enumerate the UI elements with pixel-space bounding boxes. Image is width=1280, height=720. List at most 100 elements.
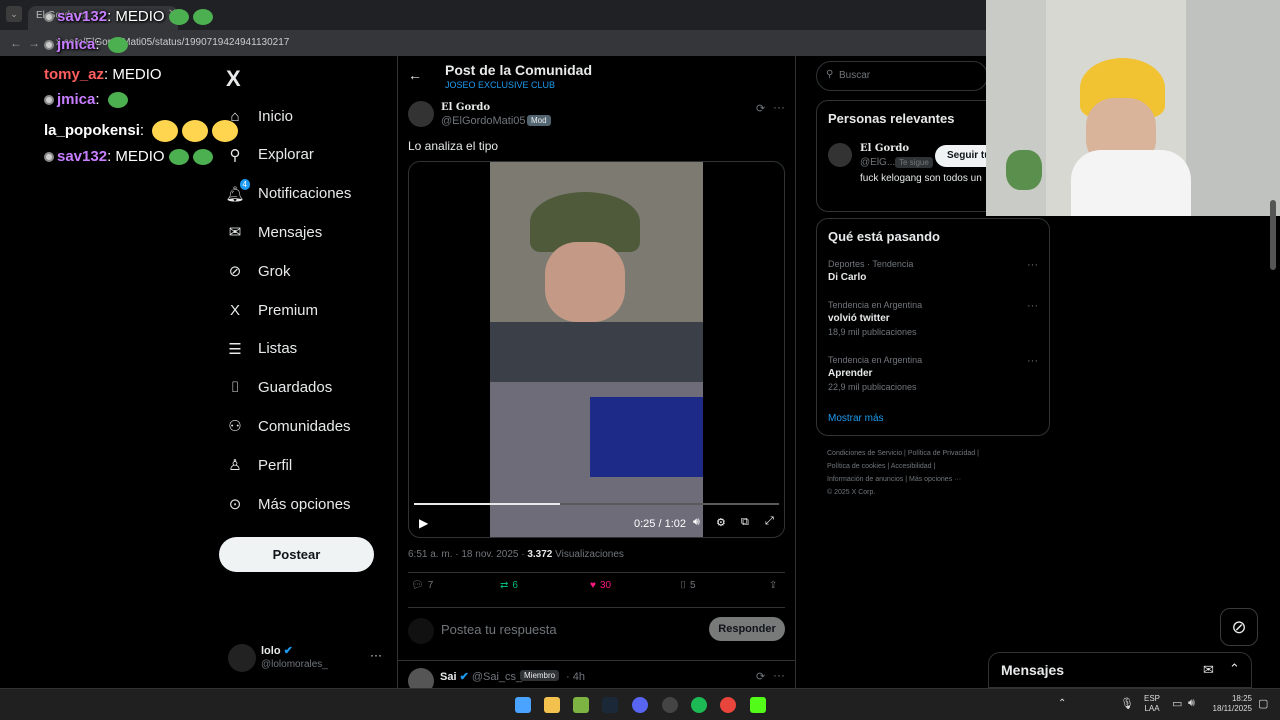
- grok-icon[interactable]: ⟳: [756, 102, 765, 115]
- speaker-icon[interactable]: 🔊︎: [1188, 697, 1195, 710]
- forward-nav-icon[interactable]: →: [28, 36, 40, 50]
- discord-icon[interactable]: [632, 697, 648, 713]
- language-indicator[interactable]: ESP LAA: [1144, 694, 1160, 714]
- trends-panel: Qué está pasando Deportes · Tendencia Di …: [816, 218, 1050, 436]
- sidebar-item-comunidades[interactable]: ⚇ Comunidades: [226, 408, 396, 444]
- footer-link[interactable]: Accesibilidad: [891, 463, 932, 470]
- url-field[interactable]: x.com/ElGordoMati05/status/1990719424941…: [56, 34, 956, 52]
- reply-input[interactable]: Postea tu respuesta: [441, 622, 557, 637]
- spreadsheet-icon[interactable]: [573, 697, 589, 713]
- relevant-name[interactable]: El Gordo: [860, 143, 909, 154]
- tray-chevron-icon[interactable]: ⌃: [1058, 698, 1066, 709]
- fullscreen-icon[interactable]: ⤢: [765, 515, 774, 528]
- clock[interactable]: 18:25 18/11/2025: [1206, 694, 1252, 714]
- tab-list-button[interactable]: ⌄: [6, 6, 22, 22]
- sidebar-item-inicio[interactable]: ⌂ Inicio: [226, 98, 396, 134]
- sidebar-item-mensajes[interactable]: ✉ Mensajes: [226, 214, 396, 250]
- sidebar-item-mas-opciones[interactable]: ⊙ Más opciones: [226, 486, 396, 522]
- page-scrollbar[interactable]: [1270, 200, 1276, 270]
- messages-dock[interactable]: Mensajes ✉ ⌃: [988, 652, 1252, 688]
- share-icon[interactable]: ⇪: [769, 580, 777, 591]
- reply-item[interactable]: Sai ✔ @Sai_cs_ Miembro · 4h ⟳ ···: [408, 668, 785, 694]
- file-explorer-icon[interactable]: [544, 697, 560, 713]
- grok-icon: ⊘: [228, 263, 242, 281]
- account-switcher[interactable]: lolo ✔ @lolomorales_ ···: [228, 642, 388, 676]
- post-more-icon[interactable]: ···: [773, 100, 785, 114]
- chrome-icon[interactable]: [720, 697, 736, 713]
- views-label: Visualizaciones: [555, 549, 624, 560]
- post-timestamp: 6:51 a. m. · 18 nov. 2025 ·: [408, 549, 528, 560]
- relevant-avatar[interactable]: [828, 143, 852, 167]
- footer-link[interactable]: Condiciones de Servicio: [827, 450, 902, 457]
- chat-emote-icon: [182, 120, 209, 142]
- chat-emote-icon: [107, 37, 128, 54]
- plush-toy: [1006, 150, 1042, 190]
- chat-text: MEDIO: [115, 8, 165, 25]
- steam-icon[interactable]: [602, 697, 618, 713]
- spotify-icon[interactable]: [691, 697, 707, 713]
- network-icon[interactable]: ▭: [1172, 697, 1182, 710]
- start-icon[interactable]: [515, 697, 531, 713]
- footer-link[interactable]: Política de cookies: [827, 463, 885, 470]
- repost-action[interactable]: ⇄ 6: [500, 580, 518, 591]
- footer-link[interactable]: Información de anuncios: [827, 476, 903, 483]
- x-logo[interactable]: X: [226, 66, 241, 92]
- chat-emote-icon: [107, 92, 128, 109]
- trend-more-icon[interactable]: ···: [1027, 259, 1038, 271]
- play-icon[interactable]: ▶: [419, 516, 428, 530]
- sidebar-item-explorar[interactable]: ⚲ Explorar: [226, 137, 396, 173]
- grok-floating-icon[interactable]: ⊘: [1220, 608, 1258, 646]
- footer-link[interactable]: Política de Privacidad: [908, 450, 975, 457]
- account-avatar: [228, 644, 256, 672]
- show-more-link[interactable]: Mostrar más: [828, 413, 884, 424]
- trend-more-icon[interactable]: ···: [1027, 355, 1038, 367]
- reply-button[interactable]: Responder: [709, 617, 785, 641]
- verified-icon: ✔: [283, 645, 293, 657]
- back-arrow-icon[interactable]: ←: [408, 67, 422, 83]
- video-progress-track[interactable]: [414, 503, 779, 505]
- settings-icon[interactable]: ⚙: [716, 516, 726, 529]
- trend-more-icon[interactable]: ···: [1027, 300, 1038, 312]
- like-action[interactable]: ♥ 30: [590, 580, 611, 591]
- reply-action[interactable]: 💬︎ 7: [411, 580, 433, 591]
- sidebar-item-grok[interactable]: ⊘ Grok: [226, 253, 396, 289]
- mic-icon[interactable]: 🎙︎: [1120, 697, 1134, 710]
- reply-more-icon[interactable]: ···: [773, 668, 785, 682]
- expand-icon[interactable]: ⌃: [1229, 661, 1240, 677]
- chat-message: jmica:: [44, 36, 128, 54]
- search-input[interactable]: Buscar: [816, 61, 988, 91]
- sidebar-item-premium[interactable]: X Premium: [226, 292, 396, 328]
- account-more-icon[interactable]: ···: [370, 648, 382, 662]
- post-button[interactable]: Postear: [219, 537, 374, 572]
- os-taskbar: ⌃ 🎙︎ ESP LAA ▭ 🔊︎ 18:25 18/11/2025 ▢: [0, 688, 1280, 720]
- grok-icon[interactable]: ⟳: [756, 670, 765, 683]
- repost-icon: ⇄: [500, 580, 509, 591]
- follows-you-badge: Te sigue: [895, 157, 933, 168]
- bookmark-action[interactable]: ⌷ 5: [680, 580, 696, 591]
- new-message-icon[interactable]: ✉: [1203, 662, 1214, 678]
- post-text: Lo analiza el tipo: [408, 139, 499, 153]
- kick-icon[interactable]: [750, 697, 766, 713]
- sidebar-item-guardados[interactable]: ⌷ Guardados: [226, 370, 396, 406]
- trend-category: Tendencia en Argentina: [828, 300, 923, 310]
- streamer-webcam: [986, 0, 1280, 216]
- pip-icon[interactable]: ⧉: [741, 516, 749, 529]
- volume-icon[interactable]: 🔊︎: [693, 516, 700, 529]
- sidebar-item-notificaciones[interactable]: 🔔︎ 4 Notificaciones: [225, 176, 396, 212]
- back-nav-icon[interactable]: ←: [10, 36, 22, 50]
- trend-item[interactable]: Tendencia en Argentina Aprender 22,9 mil p…: [828, 355, 1038, 392]
- author-handle[interactable]: @ElGordoMati05: [441, 115, 526, 127]
- footer-link[interactable]: Más opciones ···: [909, 476, 961, 483]
- account-name-text: lolo: [261, 645, 281, 657]
- trend-item[interactable]: Tendencia en Argentina volvió twitter 18,9…: [828, 300, 1038, 337]
- community-link[interactable]: JOSEO EXCLUSIVE CLUB: [445, 80, 555, 90]
- sidebar-item-perfil[interactable]: ♙ Perfil: [226, 447, 396, 483]
- author-name[interactable]: El Gordo: [441, 102, 490, 113]
- sidebar-item-listas[interactable]: ☰ Listas: [226, 331, 396, 367]
- trend-item[interactable]: Deportes · Tendencia Di Carlo ···: [828, 259, 1038, 283]
- author-avatar[interactable]: [408, 101, 434, 127]
- video-player[interactable]: ▶ 0:25 / 1:02 🔊︎ ⚙ ⧉ ⤢: [408, 161, 785, 538]
- window-blind: [1186, 0, 1280, 216]
- notification-center-icon[interactable]: ▢: [1258, 697, 1268, 710]
- obs-icon[interactable]: [662, 697, 678, 713]
